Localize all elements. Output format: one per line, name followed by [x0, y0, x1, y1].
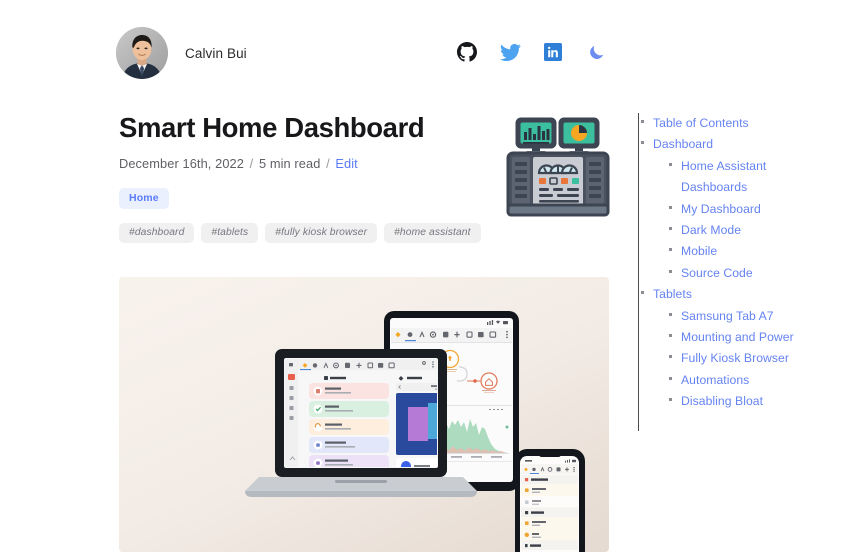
edit-link[interactable]: Edit: [335, 156, 357, 171]
toc-link-samsung-tab-a7[interactable]: Samsung Tab A7: [681, 306, 774, 327]
bullet-icon: [641, 120, 644, 123]
toc-link-automations[interactable]: Automations: [681, 370, 749, 391]
bullet-icon: [669, 205, 672, 209]
bullet-icon: [669, 312, 672, 316]
bullet-icon: [669, 248, 672, 252]
read-time: 5 min read: [258, 155, 321, 171]
social-links: [456, 41, 607, 63]
meta-separator-1: /: [249, 155, 254, 171]
toc-link-home-assistant-dashboards[interactable]: Home Assistant Dashboards: [681, 156, 793, 199]
toc-link-dashboard[interactable]: Dashboard: [653, 134, 713, 155]
toc-link-mounting-and-power[interactable]: Mounting and Power: [681, 327, 794, 348]
toc-item-my-dashboard[interactable]: My Dashboard: [669, 199, 850, 220]
toc-item-mounting-and-power[interactable]: Mounting and Power: [669, 327, 850, 348]
toc-level-2-list-tablets: Samsung Tab A7 Mounting and Power Fully …: [653, 306, 850, 413]
toc-link-disabling-bloat[interactable]: Disabling Bloat: [681, 391, 763, 412]
toc-item-mobile[interactable]: Mobile: [669, 241, 850, 262]
toc-level-1-list: Table of Contents Dashboard Home Assista…: [639, 113, 850, 413]
meta-separator-2: /: [326, 155, 330, 171]
toc-item-automations[interactable]: Automations: [669, 370, 850, 391]
twitter-icon[interactable]: [499, 41, 521, 63]
toc-item-tablets[interactable]: Tablets Samsung Tab A7 Mounting and Powe…: [641, 284, 850, 413]
bullet-icon: [669, 334, 672, 338]
bullet-icon: [669, 398, 672, 402]
site-header: Calvin Bui: [0, 0, 850, 100]
bullet-icon: [641, 141, 644, 145]
bullet-icon: [669, 269, 672, 273]
toc-link-my-dashboard[interactable]: My Dashboard: [681, 199, 761, 220]
toc-link-fully-kiosk-browser[interactable]: Fully Kiosk Browser: [681, 348, 789, 369]
blog-post-page: Calvin Bui Smart Home Dashboard December…: [0, 0, 850, 552]
tag-tablets[interactable]: #tablets: [201, 222, 259, 243]
toc-link-mobile[interactable]: Mobile: [681, 241, 717, 262]
tag-dashboard[interactable]: #dashboard: [119, 222, 195, 243]
toc-link-table-of-contents[interactable]: Table of Contents: [653, 113, 749, 134]
category-badge-home[interactable]: Home: [119, 187, 169, 209]
devices-showing-home-assistant-dashboard: [119, 277, 609, 552]
post-date: December 16th, 2022: [119, 155, 244, 171]
table-of-contents: Table of Contents Dashboard Home Assista…: [638, 113, 850, 431]
bullet-icon: [669, 355, 672, 359]
bullet-icon: [669, 376, 672, 380]
toc-item-source-code[interactable]: Source Code: [669, 263, 850, 284]
toc-link-source-code[interactable]: Source Code: [681, 263, 753, 284]
toc-item-disabling-bloat[interactable]: Disabling Bloat: [669, 391, 850, 412]
smart-home-dashboard-control-panel-icon: [497, 107, 619, 227]
dark-mode-moon-icon[interactable]: [585, 41, 607, 63]
toc-item-dashboard[interactable]: Dashboard Home Assistant Dashboards My D…: [641, 134, 850, 284]
author-name: Calvin Bui: [185, 45, 247, 61]
avatar[interactable]: [116, 27, 168, 79]
tag-fully-kiosk-browser[interactable]: #fully kiosk browser: [265, 222, 378, 243]
github-icon[interactable]: [456, 41, 478, 63]
bullet-icon: [669, 227, 672, 231]
toc-link-tablets[interactable]: Tablets: [653, 284, 692, 305]
toc-item-table-of-contents[interactable]: Table of Contents: [641, 113, 850, 134]
toc-item-fully-kiosk-browser[interactable]: Fully Kiosk Browser: [669, 348, 850, 369]
bullet-icon: [641, 291, 644, 295]
author-block[interactable]: Calvin Bui: [116, 27, 247, 79]
toc-level-2-list-dashboard: Home Assistant Dashboards My Dashboard D…: [653, 156, 850, 284]
toc-item-samsung-tab-a7[interactable]: Samsung Tab A7: [669, 306, 850, 327]
toc-link-dark-mode[interactable]: Dark Mode: [681, 220, 741, 241]
toc-item-home-assistant-dashboards[interactable]: Home Assistant Dashboards: [669, 156, 850, 199]
tag-home-assistant[interactable]: #home assistant: [384, 222, 481, 243]
linkedin-icon[interactable]: [542, 41, 564, 63]
bullet-icon: [669, 162, 672, 166]
toc-item-dark-mode[interactable]: Dark Mode: [669, 220, 850, 241]
